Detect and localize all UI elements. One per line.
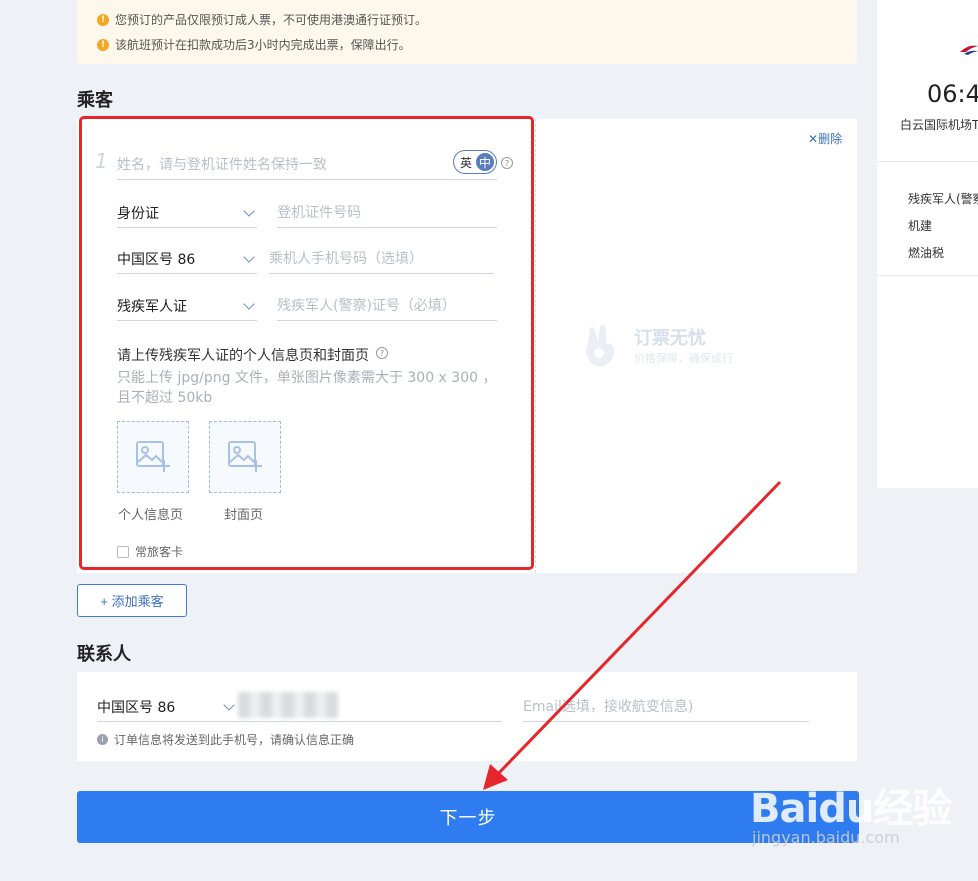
add-passenger-button[interactable]: + 添加乘客: [77, 584, 187, 617]
notice-text: 您预订的产品仅限预订成人票，不可使用港澳通行证预订。: [115, 13, 428, 27]
chevron-down-icon: [243, 297, 255, 310]
phone-region-select[interactable]: 中国区号 86: [117, 244, 257, 274]
id-number-input[interactable]: [277, 204, 497, 221]
upload-personal-button[interactable]: [117, 421, 189, 493]
delete-passenger-link[interactable]: ✕删除: [808, 130, 842, 147]
phone-field[interactable]: [269, 244, 494, 274]
baidu-brand: Baidu经验: [750, 786, 952, 832]
fee-item: 机建: [908, 219, 933, 233]
checkbox-box[interactable]: [117, 545, 129, 558]
lang-zh-option[interactable]: 中: [476, 153, 494, 171]
frequent-flyer-label: 常旅客卡: [135, 545, 184, 559]
frequent-flyer-checkbox[interactable]: 常旅客卡: [117, 543, 183, 560]
image-add-icon: [136, 441, 170, 472]
chevron-down-icon: [223, 698, 235, 711]
id-type-select[interactable]: 身份证: [117, 198, 257, 228]
chevron-down-icon: [243, 204, 255, 217]
upload-personal-label: 个人信息页: [118, 508, 184, 523]
fee-item: 残疾军人(警察: [908, 192, 978, 206]
chevron-down-icon: [243, 250, 255, 263]
info-icon: !: [97, 13, 109, 26]
passenger-index: 1: [95, 149, 108, 173]
lang-en-option[interactable]: 英: [456, 154, 476, 171]
cert-type-select[interactable]: 残疾军人证: [117, 291, 257, 321]
info-icon: !: [97, 38, 109, 51]
ticket-guarantee-watermark: 订票无忧 价格保障，确保成行: [578, 320, 733, 370]
phone-region-value: 中国区号 86: [117, 251, 196, 268]
divider: [877, 275, 978, 276]
notice-line: ! 该航班预计在扣款成功后3小时内完成出票，保障出行。: [97, 36, 411, 53]
contact-email-field[interactable]: [523, 692, 809, 722]
contact-section-title: 联系人: [77, 644, 131, 665]
contact-region-select[interactable]: 中国区号 86: [97, 692, 237, 722]
help-icon[interactable]: ?: [501, 157, 513, 169]
upload-description: 只能上传 jpg/png 文件，单张图片像素需大于 300 x 300 ，且不超…: [117, 370, 497, 406]
hand-logo-icon: [586, 324, 615, 367]
notice-box: ! 您预订的产品仅限预订成人票，不可使用港澳通行证预订。 ! 该航班预计在扣款成…: [77, 0, 857, 64]
blurred-phone-number: [238, 692, 338, 718]
name-field[interactable]: [117, 150, 497, 180]
departure-time: 06:40: [927, 80, 978, 108]
contact-note-text: 订单信息将发送到此手机号，请确认信息正确: [114, 733, 355, 747]
cert-number-input[interactable]: [277, 297, 497, 314]
watermark-subtitle: 价格保障，确保成行: [634, 352, 733, 365]
contact-note: i 订单信息将发送到此手机号，请确认信息正确: [97, 731, 354, 748]
upload-cover-label: 封面页: [224, 508, 264, 523]
watermark-title: 订票无忧: [634, 328, 706, 349]
upload-title: 请上传残疾军人证的个人信息页和封面页: [117, 348, 369, 364]
passenger-section-title: 乘客: [77, 90, 113, 111]
departure-airport: 白云国际机场T: [900, 118, 978, 132]
divider: [877, 161, 978, 162]
contact-region-value: 中国区号 86: [97, 699, 176, 716]
notice-text: 该航班预计在扣款成功后3小时内完成出票，保障出行。: [115, 38, 411, 52]
baidu-watermark: Baidu经验 jingyan.baidu.com: [750, 776, 952, 847]
name-input[interactable]: [117, 156, 497, 173]
baidu-url: jingyan.baidu.com: [752, 828, 900, 847]
notice-line: ! 您预订的产品仅限预订成人票，不可使用港澳通行证预订。: [97, 11, 427, 28]
upload-cover-button[interactable]: [209, 421, 281, 493]
delete-label: 删除: [818, 132, 843, 146]
cert-type-value: 残疾军人证: [117, 298, 187, 315]
id-number-field[interactable]: [277, 198, 497, 228]
image-add-icon: [228, 441, 262, 472]
cert-number-field[interactable]: [277, 291, 497, 321]
info-icon: i: [97, 734, 108, 745]
email-input[interactable]: [523, 698, 809, 715]
airline-logo-icon: [960, 45, 978, 55]
phone-input[interactable]: [269, 250, 494, 267]
close-icon: ✕: [808, 132, 819, 146]
next-step-button[interactable]: 下一步: [77, 791, 859, 843]
language-toggle[interactable]: 英 中: [453, 150, 497, 174]
id-type-value: 身份证: [117, 205, 159, 222]
fee-item: 燃油税: [908, 246, 945, 260]
help-icon[interactable]: ?: [376, 347, 388, 359]
